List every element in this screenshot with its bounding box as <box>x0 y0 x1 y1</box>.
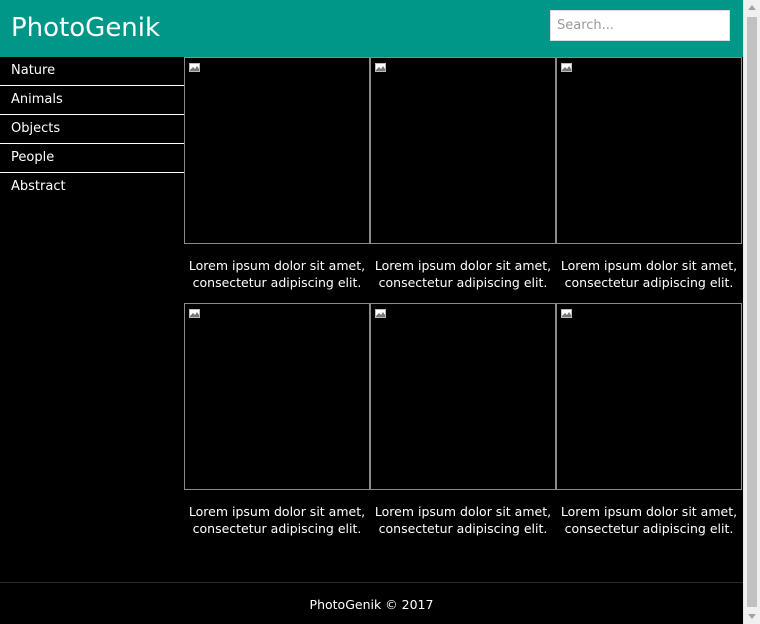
sidebar-item-objects[interactable]: Objects <box>0 115 184 144</box>
brand-logo[interactable]: PhotoGenik <box>11 12 160 44</box>
sidebar-item-people[interactable]: People <box>0 144 184 173</box>
photo-caption: Lorem ipsum dolor sit amet, consectetur … <box>560 504 738 536</box>
gallery-card: Lorem ipsum dolor sit amet, consectetur … <box>184 57 370 291</box>
search-input[interactable] <box>550 10 730 41</box>
photo-thumbnail[interactable] <box>184 57 370 244</box>
broken-image-icon <box>375 63 386 72</box>
header-bar: PhotoGenik <box>0 0 743 57</box>
page: PhotoGenik Nature Animals Objects People… <box>0 0 743 624</box>
sidebar-item-animals[interactable]: Animals <box>0 86 184 115</box>
photo-thumbnail[interactable] <box>184 303 370 490</box>
photo-caption: Lorem ipsum dolor sit amet, consectetur … <box>374 504 552 536</box>
photo-caption: Lorem ipsum dolor sit amet, consectetur … <box>560 258 738 290</box>
photo-thumbnail[interactable] <box>556 57 742 244</box>
broken-image-icon <box>375 309 386 318</box>
sidebar-item-nature[interactable]: Nature <box>0 57 184 86</box>
photo-caption: Lorem ipsum dolor sit amet, consectetur … <box>188 504 366 536</box>
photo-thumbnail[interactable] <box>370 303 556 490</box>
broken-image-icon <box>189 63 200 72</box>
gallery-card: Lorem ipsum dolor sit amet, consectetur … <box>370 303 556 537</box>
vertical-scrollbar[interactable] <box>743 0 760 624</box>
scroll-up-icon[interactable] <box>748 5 756 10</box>
sidebar-nav: Nature Animals Objects People Abstract <box>0 57 184 202</box>
sidebar-item-abstract[interactable]: Abstract <box>0 173 184 202</box>
broken-image-icon <box>189 309 200 318</box>
gallery-card: Lorem ipsum dolor sit amet, consectetur … <box>556 303 742 537</box>
photo-caption: Lorem ipsum dolor sit amet, consectetur … <box>188 258 366 290</box>
page-footer: PhotoGenik © 2017 <box>0 582 743 624</box>
footer-copyright: PhotoGenik © 2017 <box>309 597 434 612</box>
photo-caption: Lorem ipsum dolor sit amet, consectetur … <box>374 258 552 290</box>
broken-image-icon <box>561 309 572 318</box>
photo-thumbnail[interactable] <box>556 303 742 490</box>
photo-thumbnail[interactable] <box>370 57 556 244</box>
broken-image-icon <box>561 63 572 72</box>
gallery-card: Lorem ipsum dolor sit amet, consectetur … <box>556 57 742 291</box>
scroll-down-icon[interactable] <box>748 614 756 619</box>
gallery-card: Lorem ipsum dolor sit amet, consectetur … <box>370 57 556 291</box>
gallery-card: Lorem ipsum dolor sit amet, consectetur … <box>184 303 370 537</box>
gallery-row: Lorem ipsum dolor sit amet, consectetur … <box>184 303 742 537</box>
scrollbar-thumb[interactable] <box>747 17 757 607</box>
gallery-row: Lorem ipsum dolor sit amet, consectetur … <box>184 57 742 291</box>
